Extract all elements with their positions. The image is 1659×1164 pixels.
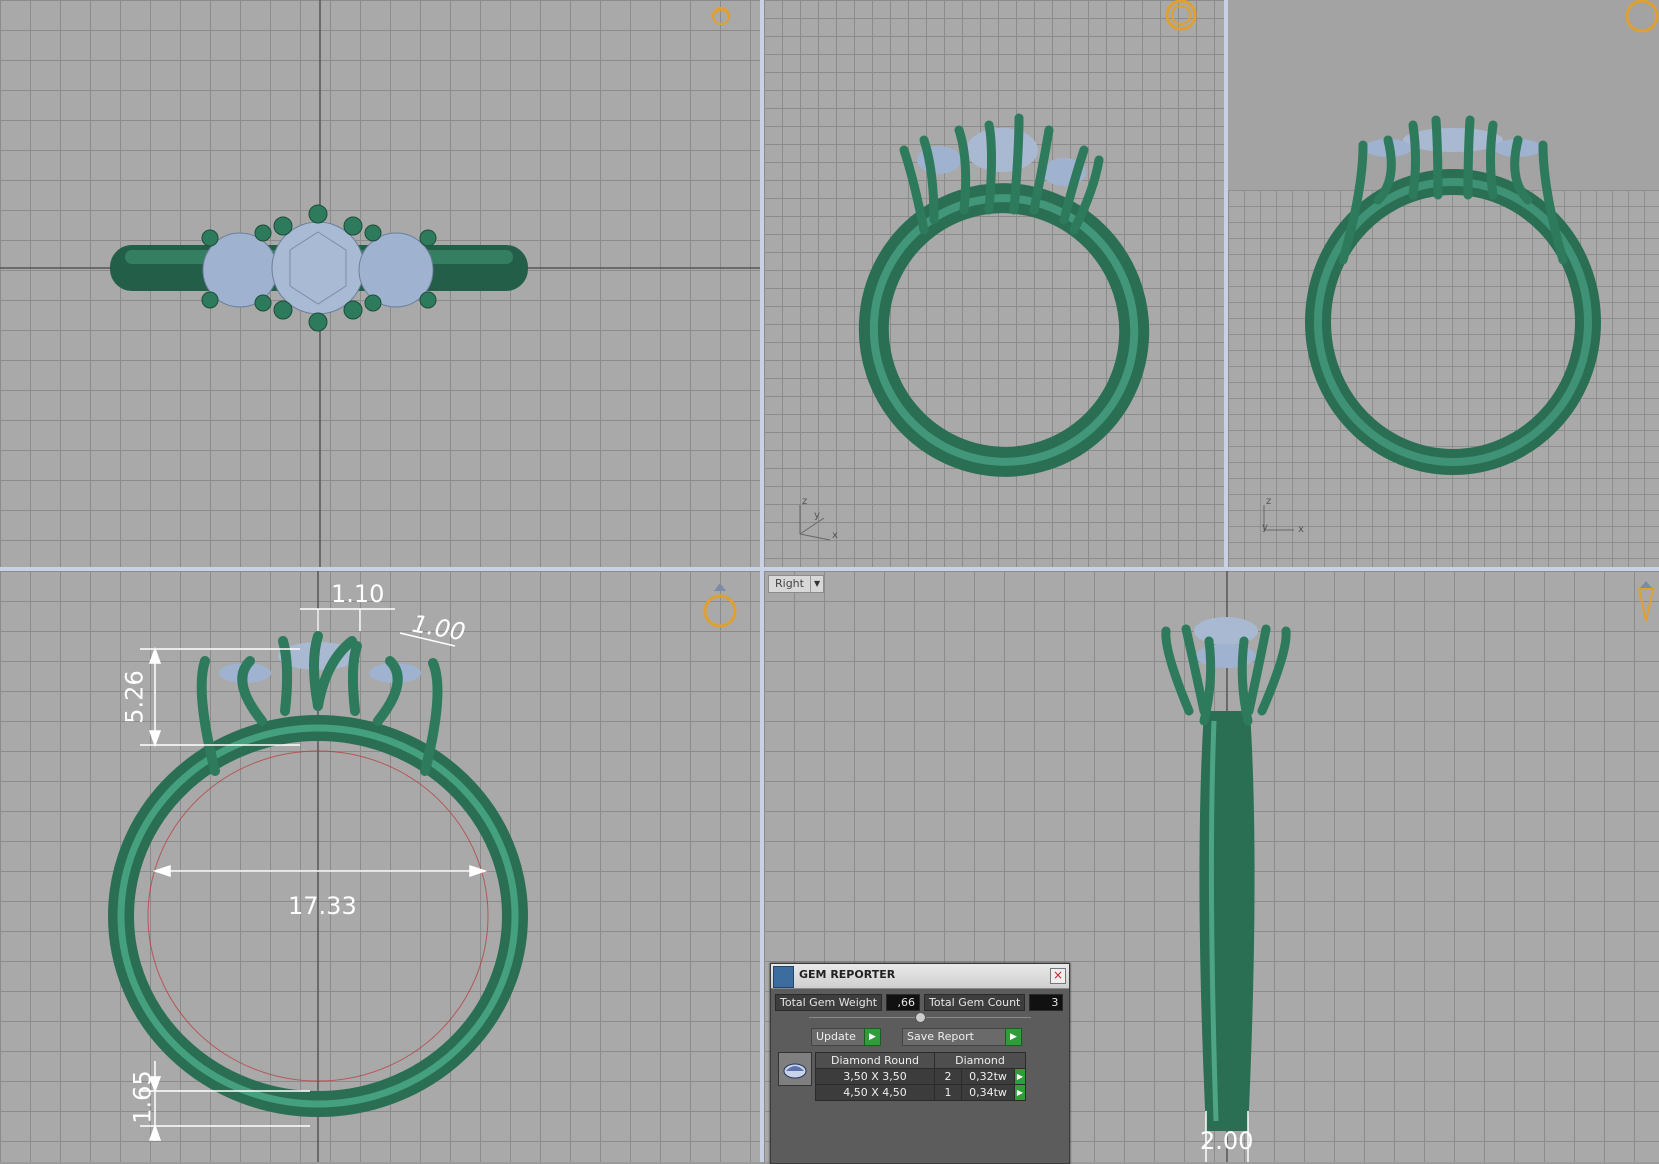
gem-reporter-title: GEM REPORTER — [799, 968, 896, 981]
gem-table: Diamond Round Diamond 3,50 X 3,50 2 0,32… — [815, 1052, 1026, 1101]
viewport-top[interactable] — [0, 0, 760, 567]
update-button[interactable]: Update ▶ — [811, 1028, 881, 1046]
gem-weight: 0,32tw — [961, 1068, 1015, 1085]
front-view-ring — [108, 571, 737, 1162]
dim-shank-thickness: 1.65 — [128, 1070, 157, 1124]
play-icon: ▶ — [864, 1028, 881, 1046]
view-orientation-icon[interactable] — [1165, 0, 1197, 31]
gem-count: 1 — [934, 1084, 962, 1101]
dim-head-height: 5.26 — [120, 670, 149, 724]
viewport-front[interactable]: 1.10 1.00 5.26 17.33 1.65 — [0, 571, 760, 1162]
viewport-divider-vertical-2[interactable] — [1224, 0, 1228, 571]
gem-size: 4,50 X 4,50 — [815, 1084, 935, 1101]
gem-size: 3,50 X 3,50 — [815, 1068, 935, 1085]
viewport-divider-vertical[interactable] — [760, 0, 764, 1162]
viewport-perspective[interactable]: z y x — [764, 0, 1224, 567]
update-button-label: Update — [816, 1030, 856, 1043]
dim-inner-diameter: 17.33 — [288, 892, 357, 920]
front-3d-ring — [1263, 0, 1659, 531]
column-header-shape: Diamond Round — [815, 1052, 935, 1069]
gem-count: 2 — [934, 1068, 962, 1085]
total-gem-count-label: Total Gem Count — [924, 994, 1026, 1011]
view-orientation-icon[interactable] — [1637, 581, 1655, 622]
axis-y-label: y — [1262, 522, 1268, 533]
gem-reporter-panel: GEM REPORTER × Total Gem Weight ,66 Tota… — [770, 963, 1070, 1164]
view-orientation-icon[interactable] — [703, 583, 737, 628]
close-icon[interactable]: × — [1050, 968, 1066, 984]
total-gem-weight-value: ,66 — [886, 994, 921, 1011]
viewport-front-3d[interactable]: z y x — [1228, 0, 1659, 567]
gem-weight: 0,34tw — [961, 1084, 1015, 1101]
select-row-icon[interactable]: ▶ — [1014, 1084, 1026, 1101]
top-view-ring — [0, 0, 760, 567]
gem-reporter-slider[interactable] — [809, 1012, 1031, 1023]
select-row-icon[interactable]: ▶ — [1014, 1068, 1026, 1085]
ring-shank-side — [1199, 711, 1255, 1131]
axis-x-label: x — [1298, 524, 1304, 535]
dim-shank-width: 2.00 — [1200, 1127, 1254, 1155]
gem-reporter-logo-icon — [773, 966, 794, 988]
total-gem-weight-label: Total Gem Weight — [775, 994, 883, 1011]
center-gem — [271, 221, 365, 315]
perspective-ring — [799, 0, 1197, 541]
axis-y-label: y — [814, 510, 820, 521]
gem-reporter-titlebar[interactable]: GEM REPORTER × — [771, 964, 1069, 989]
play-icon: ▶ — [1005, 1028, 1022, 1046]
total-gem-count-value: 3 — [1029, 994, 1064, 1011]
view-orientation-icon[interactable] — [711, 7, 731, 25]
save-report-button[interactable]: Save Report ▶ — [902, 1028, 1022, 1046]
dim-prong-width: 1.10 — [331, 580, 385, 608]
slider-knob[interactable] — [915, 1012, 926, 1023]
save-report-button-label: Save Report — [907, 1030, 974, 1043]
axis-z-label: z — [1266, 496, 1272, 507]
axis-z-label: z — [802, 496, 808, 507]
table-row[interactable]: 3,50 X 3,50 2 0,32tw ▶ — [815, 1068, 1026, 1085]
gem-totals-row: Total Gem Weight ,66 Total Gem Count 3 — [775, 994, 1065, 1011]
viewport-divider-horizontal[interactable] — [0, 567, 1659, 571]
column-header-material: Diamond — [934, 1052, 1026, 1069]
table-row[interactable]: 4,50 X 4,50 1 0,34tw ▶ — [815, 1084, 1026, 1101]
gem-shape-thumbnail[interactable] — [778, 1052, 812, 1086]
axis-x-label: x — [832, 530, 838, 541]
view-orientation-icon[interactable] — [1625, 0, 1659, 33]
